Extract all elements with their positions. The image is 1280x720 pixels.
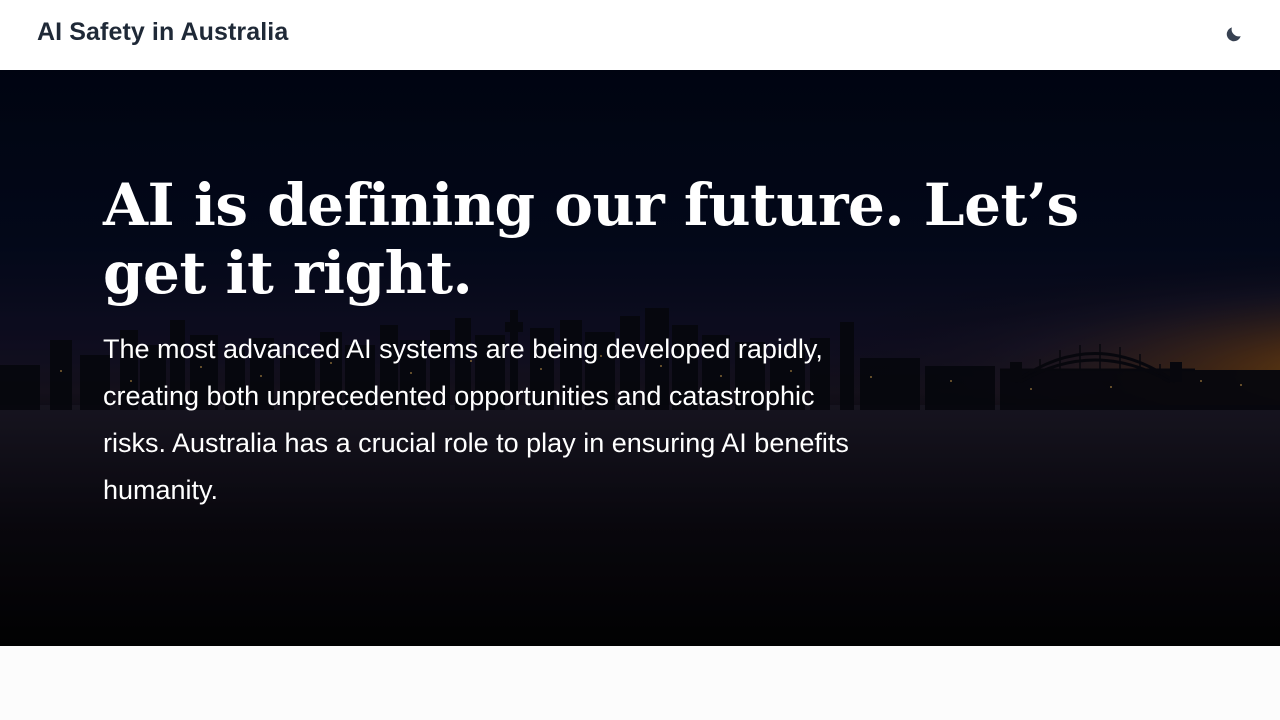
moon-icon bbox=[1226, 27, 1241, 42]
hero-description: The most advanced AI systems are being d… bbox=[103, 334, 849, 505]
theme-toggle-button[interactable] bbox=[1220, 20, 1248, 48]
hero-section: AI is defining our future. Let’s get it … bbox=[0, 70, 1280, 646]
site-title-link[interactable]: AI Safety in Australia bbox=[37, 18, 288, 47]
site-header: AI Safety in Australia bbox=[0, 0, 1280, 70]
hero-heading: AI is defining our future. Let’s get it … bbox=[103, 171, 1079, 307]
